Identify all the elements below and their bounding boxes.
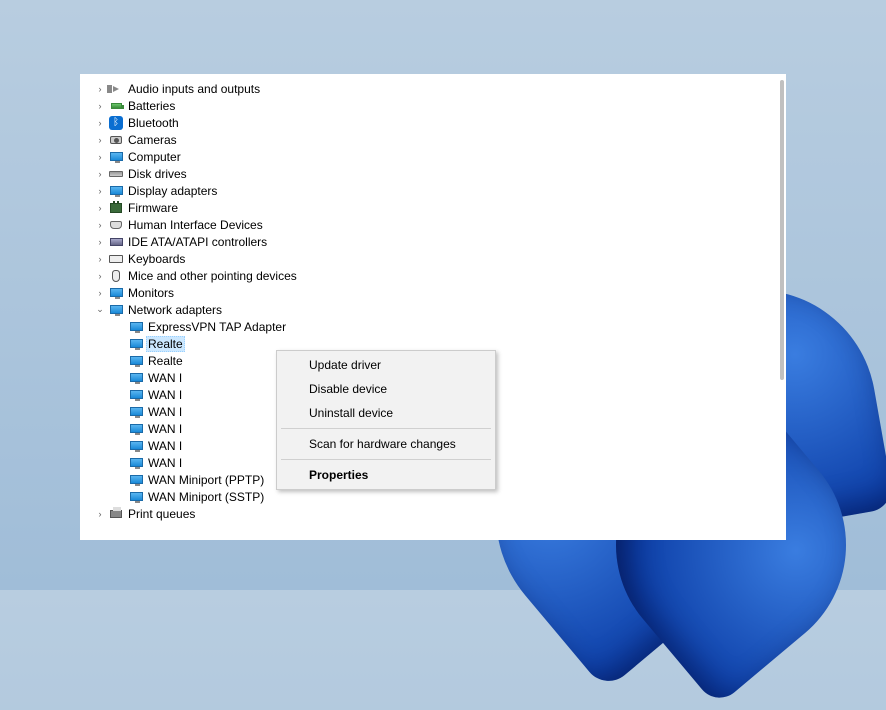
firmware-icon	[108, 200, 124, 216]
device-label: WAN I	[148, 439, 182, 453]
chevron-right-icon[interactable]: ›	[94, 288, 106, 298]
hid-icon	[108, 217, 124, 233]
tree-item-label: Mice and other pointing devices	[128, 269, 297, 283]
chevron-right-icon[interactable]: ›	[94, 203, 106, 213]
scrollbar[interactable]	[780, 80, 784, 380]
bluetooth-icon: ᛒ	[108, 115, 124, 131]
device-label: WAN I	[148, 456, 182, 470]
network-adapter-icon	[128, 404, 144, 420]
device-label: WAN I	[148, 388, 182, 402]
device-label: WAN Miniport (PPTP)	[148, 473, 264, 487]
network-adapter-icon	[128, 489, 144, 505]
tree-item-ide[interactable]: › IDE ATA/ATAPI controllers	[80, 233, 786, 250]
tree-item-firmware[interactable]: › Firmware	[80, 199, 786, 216]
device-label: Realte	[146, 336, 185, 352]
menu-separator	[281, 459, 491, 460]
chevron-down-icon[interactable]: ⌄	[94, 304, 106, 315]
tree-item-label: Disk drives	[128, 167, 187, 181]
device-label: ExpressVPN TAP Adapter	[148, 320, 286, 334]
network-icon	[108, 302, 124, 318]
camera-icon	[108, 132, 124, 148]
network-adapter-icon	[128, 336, 144, 352]
chevron-right-icon[interactable]: ›	[94, 101, 106, 111]
printer-icon	[108, 506, 124, 522]
menu-separator	[281, 428, 491, 429]
tree-item-label: Display adapters	[128, 184, 217, 198]
tree-item-batteries[interactable]: › Batteries	[80, 97, 786, 114]
tree-item-label: Print queues	[128, 507, 195, 521]
tree-item-network-adapters[interactable]: ⌄ Network adapters	[80, 301, 786, 318]
menu-scan-hardware[interactable]: Scan for hardware changes	[279, 432, 493, 456]
computer-icon	[108, 149, 124, 165]
tree-item-disk-drives[interactable]: › Disk drives	[80, 165, 786, 182]
tree-item-label: Audio inputs and outputs	[128, 82, 260, 96]
menu-disable-device[interactable]: Disable device	[279, 377, 493, 401]
network-adapter-icon	[128, 370, 144, 386]
device-label: WAN I	[148, 371, 182, 385]
battery-icon	[108, 98, 124, 114]
chevron-right-icon[interactable]: ›	[94, 509, 106, 519]
network-adapter-icon	[128, 387, 144, 403]
device-label: WAN I	[148, 405, 182, 419]
network-adapter-icon	[128, 438, 144, 454]
network-adapter-icon	[128, 421, 144, 437]
ide-icon	[108, 234, 124, 250]
network-adapter-icon	[128, 353, 144, 369]
device-label: WAN I	[148, 422, 182, 436]
tree-item-print-queues[interactable]: › Print queues	[80, 505, 786, 522]
menu-properties[interactable]: Properties	[279, 463, 493, 487]
tree-item-mice[interactable]: › Mice and other pointing devices	[80, 267, 786, 284]
chevron-right-icon[interactable]: ›	[94, 152, 106, 162]
tree-item-keyboards[interactable]: › Keyboards	[80, 250, 786, 267]
keyboard-icon	[108, 251, 124, 267]
chevron-right-icon[interactable]: ›	[94, 271, 106, 281]
device-item[interactable]: ExpressVPN TAP Adapter	[80, 318, 786, 335]
chevron-right-icon[interactable]: ›	[94, 118, 106, 128]
chevron-right-icon[interactable]: ›	[94, 84, 106, 94]
device-item[interactable]: WAN Miniport (SSTP)	[80, 488, 786, 505]
tree-item-label: IDE ATA/ATAPI controllers	[128, 235, 267, 249]
display-icon	[108, 183, 124, 199]
tree-item-label: Batteries	[128, 99, 175, 113]
chevron-right-icon[interactable]: ›	[94, 237, 106, 247]
chevron-right-icon[interactable]: ›	[94, 135, 106, 145]
network-adapter-icon	[128, 472, 144, 488]
audio-icon	[108, 81, 124, 97]
tree-item-hid[interactable]: › Human Interface Devices	[80, 216, 786, 233]
tree-item-label: Bluetooth	[128, 116, 179, 130]
tree-item-label: Network adapters	[128, 303, 222, 317]
tree-item-label: Keyboards	[128, 252, 185, 266]
tree-item-label: Firmware	[128, 201, 178, 215]
tree-item-label: Cameras	[128, 133, 177, 147]
chevron-right-icon[interactable]: ›	[94, 186, 106, 196]
tree-item-display-adapters[interactable]: › Display adapters	[80, 182, 786, 199]
tree-item-audio[interactable]: › Audio inputs and outputs	[80, 80, 786, 97]
mouse-icon	[108, 268, 124, 284]
device-label: WAN Miniport (SSTP)	[148, 490, 264, 504]
context-menu: Update driver Disable device Uninstall d…	[276, 350, 496, 490]
disk-icon	[108, 166, 124, 182]
menu-update-driver[interactable]: Update driver	[279, 353, 493, 377]
tree-item-computer[interactable]: › Computer	[80, 148, 786, 165]
device-manager-window: › Audio inputs and outputs › Batteries ›…	[80, 74, 786, 540]
menu-uninstall-device[interactable]: Uninstall device	[279, 401, 493, 425]
tree-item-label: Human Interface Devices	[128, 218, 263, 232]
network-adapter-icon	[128, 319, 144, 335]
tree-item-monitors[interactable]: › Monitors	[80, 284, 786, 301]
tree-item-label: Monitors	[128, 286, 174, 300]
chevron-right-icon[interactable]: ›	[94, 169, 106, 179]
network-adapter-icon	[128, 455, 144, 471]
chevron-right-icon[interactable]: ›	[94, 254, 106, 264]
tree-item-cameras[interactable]: › Cameras	[80, 131, 786, 148]
tree-item-label: Computer	[128, 150, 181, 164]
monitor-icon	[108, 285, 124, 301]
tree-item-bluetooth[interactable]: › ᛒ Bluetooth	[80, 114, 786, 131]
device-label: Realte	[148, 354, 183, 368]
chevron-right-icon[interactable]: ›	[94, 220, 106, 230]
